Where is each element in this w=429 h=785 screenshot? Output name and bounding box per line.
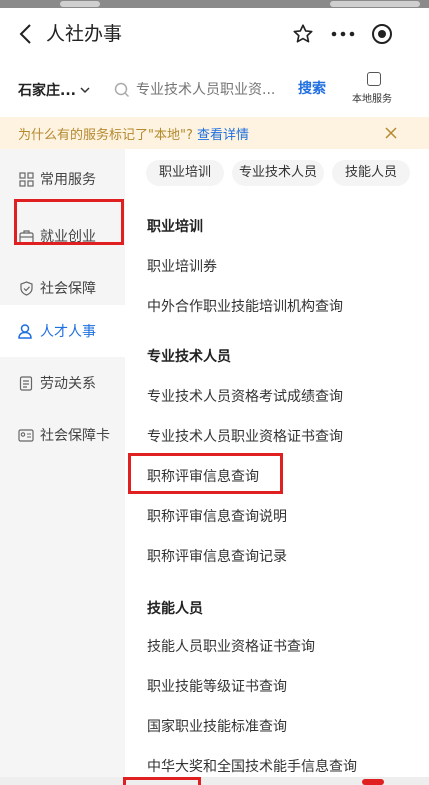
- sidebar-item-label: 社会保障卡: [40, 428, 110, 444]
- search-input[interactable]: [136, 82, 286, 98]
- sidebar-item-label: 人才人事: [40, 324, 96, 340]
- list-item[interactable]: 中外合作职业技能培训机构查询: [147, 296, 343, 316]
- search-row: 石家庄... 搜索 本地服务: [0, 68, 429, 112]
- badge: [362, 779, 384, 785]
- tag-professional-tech[interactable]: 专业技术人员: [232, 160, 324, 186]
- id-card-icon: [18, 427, 34, 443]
- highlight-box: [14, 199, 124, 245]
- close-icon[interactable]: [381, 123, 401, 143]
- grid-icon: [18, 171, 34, 187]
- list-item[interactable]: 国家职业技能标准查询: [147, 716, 287, 736]
- city-label: 石家庄...: [18, 83, 76, 99]
- status-bar: [0, 0, 429, 8]
- more-icon[interactable]: [328, 20, 358, 48]
- sidebar-item-label: 劳动关系: [40, 376, 96, 392]
- section-header: 专业技术人员: [147, 349, 231, 365]
- sidebar-item-label: 社会保障: [40, 281, 96, 297]
- list-item[interactable]: 职称评审信息查询说明: [147, 506, 287, 526]
- document-icon: [18, 375, 34, 391]
- tag-vocational-training[interactable]: 职业培训: [146, 160, 224, 186]
- shield-icon: [18, 280, 34, 296]
- local-service-label: 本地服务: [352, 94, 392, 105]
- status-blob: [330, 1, 420, 7]
- list-item[interactable]: 中华大奖和全国技术能手信息查询: [147, 756, 357, 776]
- page-title: 人社办事: [46, 23, 123, 45]
- local-service-checkbox[interactable]: [367, 72, 381, 86]
- notice-message: 为什么有的服务标记了"本地"?: [18, 128, 193, 143]
- user-icon: [18, 323, 34, 339]
- list-item[interactable]: 专业技术人员职业资格证书查询: [147, 426, 343, 446]
- section-header: 技能人员: [147, 601, 203, 617]
- list-item[interactable]: 职业培训券: [147, 256, 217, 276]
- list-item[interactable]: 专业技术人员资格考试成绩查询: [147, 386, 343, 406]
- tag-skilled-workers[interactable]: 技能人员: [332, 160, 410, 186]
- notice-text: 为什么有的服务标记了"本地"? 查看详情: [18, 124, 249, 143]
- star-icon[interactable]: [289, 20, 317, 48]
- highlight-box: [128, 453, 283, 494]
- chevron-left-icon[interactable]: [12, 21, 38, 47]
- notice-link[interactable]: 查看详情: [197, 128, 249, 143]
- search-icon: [114, 82, 130, 98]
- sidebar-item-label: 常用服务: [40, 172, 96, 188]
- search-button[interactable]: 搜索: [298, 78, 326, 98]
- list-item[interactable]: 职业技能等级证书查询: [147, 676, 287, 696]
- highlight-box: [123, 777, 201, 785]
- sidebar-item-labor-relations[interactable]: 劳动关系: [0, 357, 125, 409]
- list-item[interactable]: 技能人员职业资格证书查询: [147, 636, 315, 656]
- section-header: 职业培训: [147, 219, 203, 235]
- sidebar-item-common-services[interactable]: 常用服务: [0, 153, 125, 205]
- sidebar-item-talent[interactable]: 人才人事: [0, 305, 125, 357]
- status-blob: [60, 1, 100, 7]
- notice-banner: 为什么有的服务标记了"本地"? 查看详情: [0, 117, 429, 149]
- target-icon[interactable]: [368, 20, 396, 48]
- city-selector[interactable]: 石家庄...: [18, 80, 90, 100]
- navigation-bar: 人社办事: [0, 8, 429, 60]
- list-item[interactable]: 职称评审信息查询记录: [147, 546, 287, 566]
- chevron-down-icon: [80, 87, 90, 94]
- sidebar-item-social-card[interactable]: 社会保障卡: [0, 409, 125, 461]
